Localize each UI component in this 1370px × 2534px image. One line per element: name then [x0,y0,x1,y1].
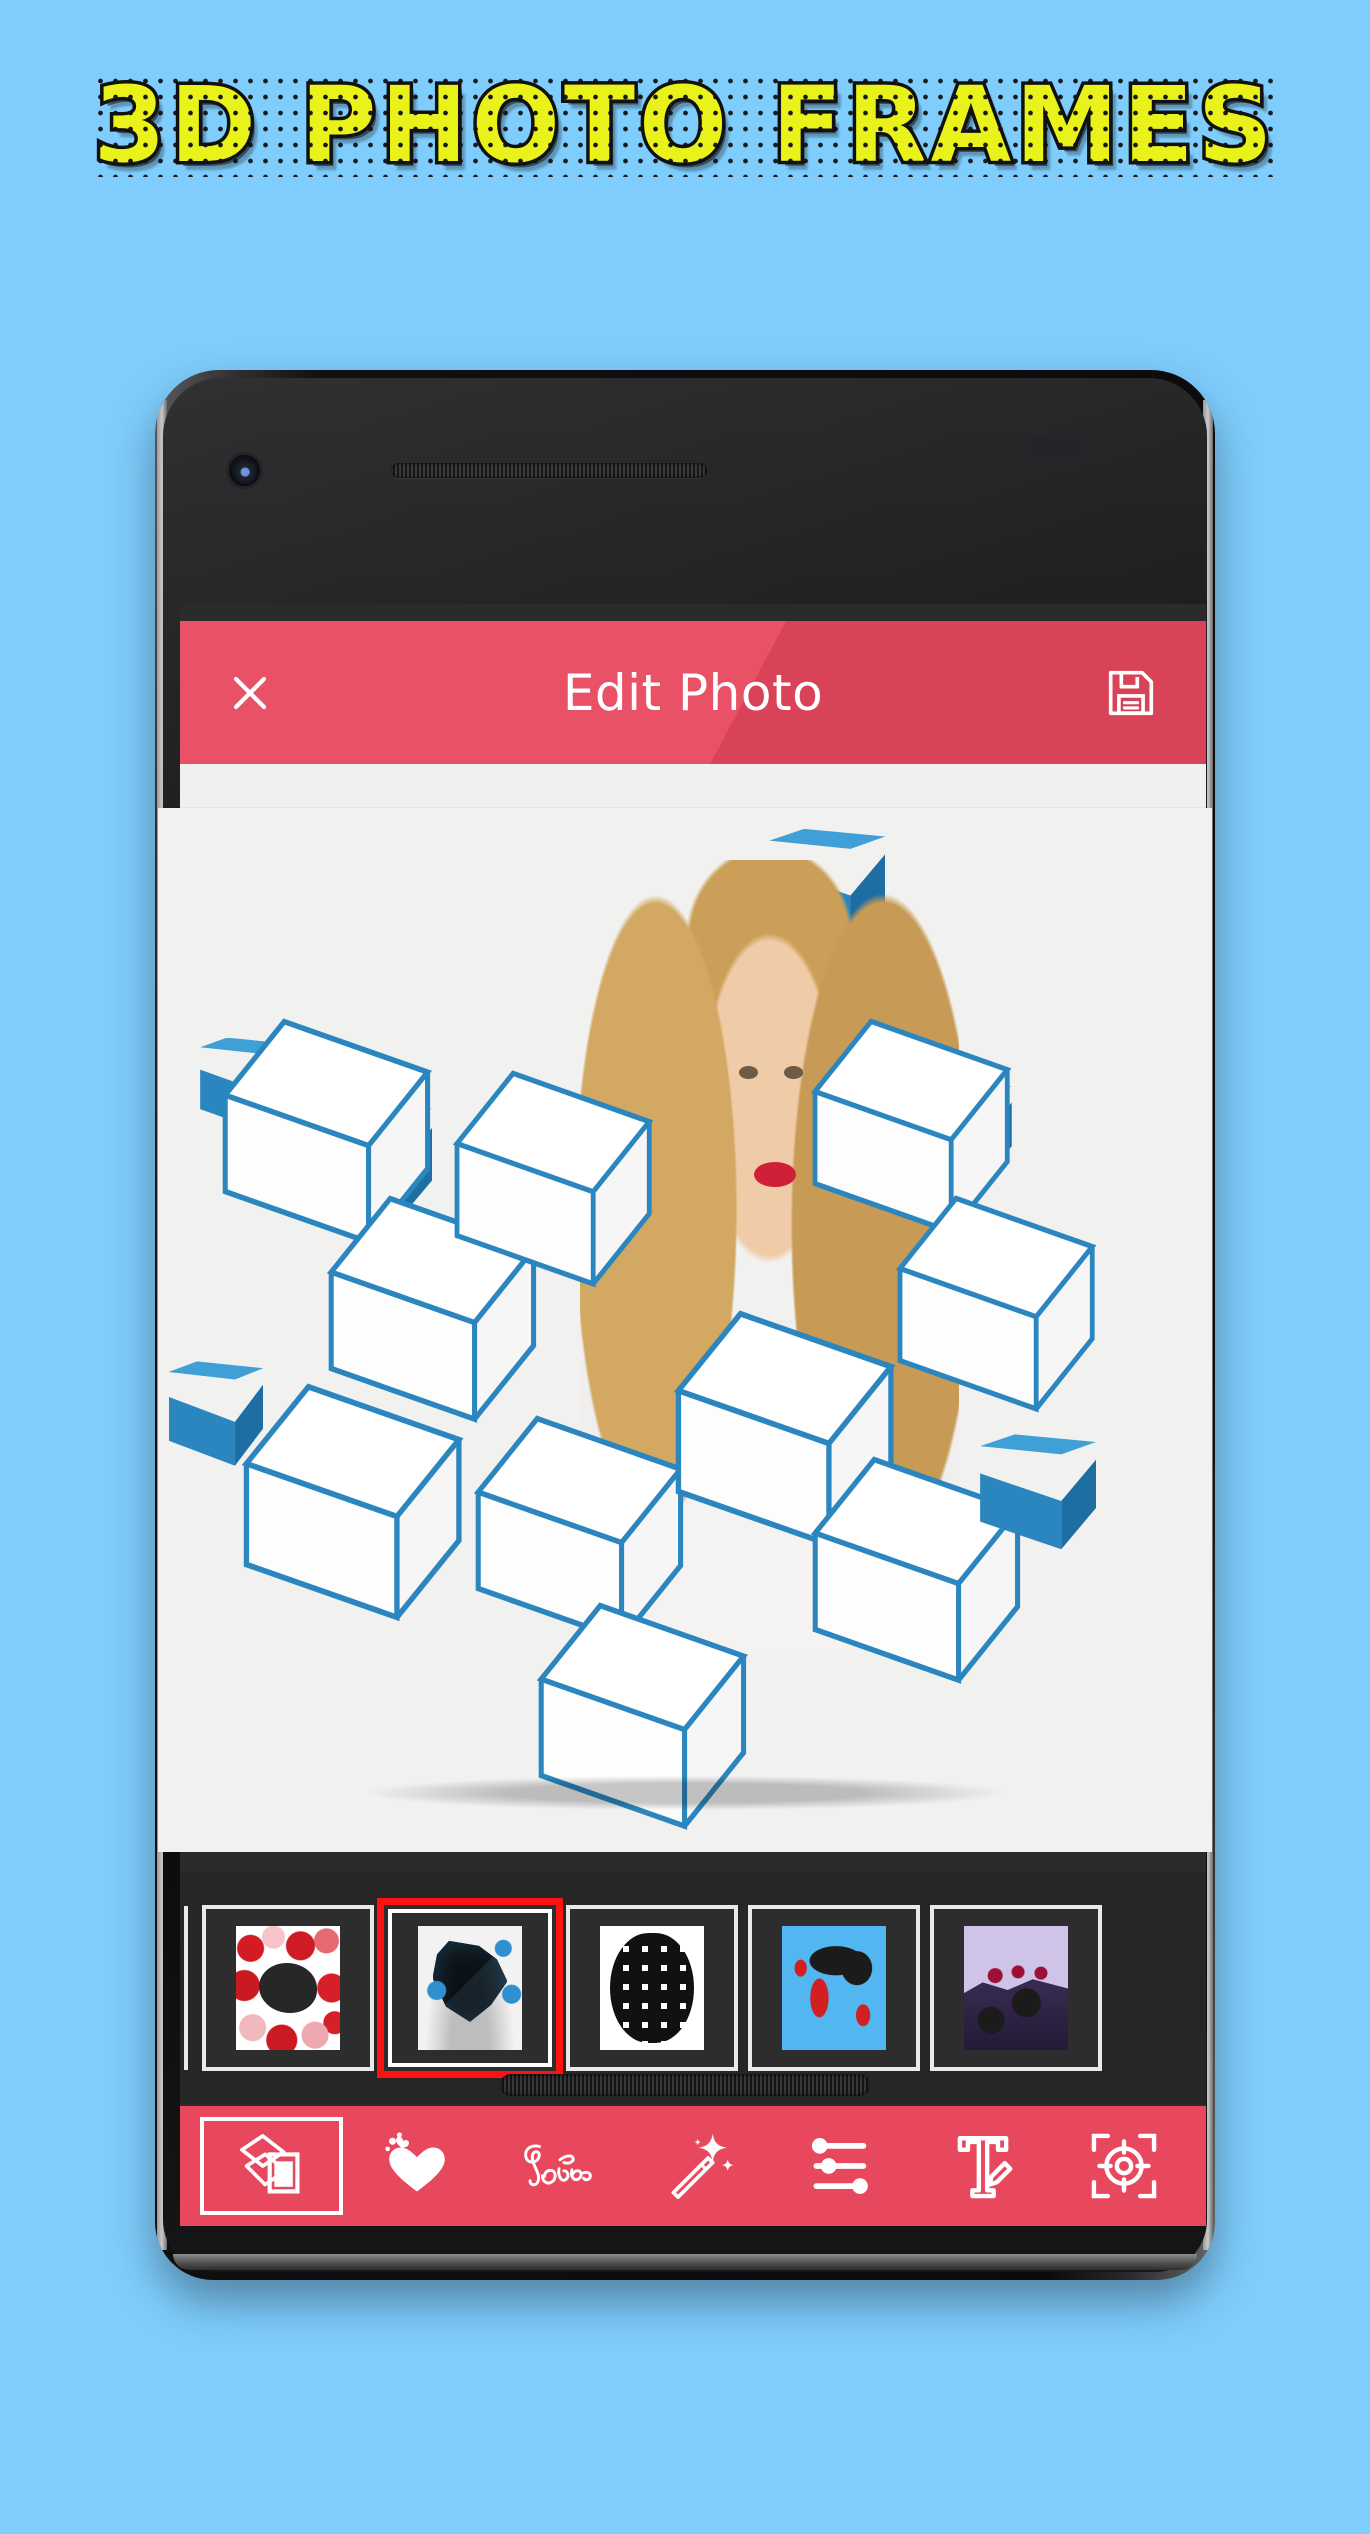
phone-bottom-rail [173,2254,1197,2270]
frame-thumb-globe[interactable] [566,1905,738,2071]
frames-thumbnail-strip[interactable] [180,1872,1206,2104]
bottom-toolbar [180,2106,1206,2226]
magic-wand-icon [671,2133,734,2200]
bottom-speaker-grille-icon [500,2074,870,2096]
frame-thumb-cubes[interactable] [377,1898,563,2078]
map-frame-preview [782,1926,886,2050]
tool-effects-button[interactable] [632,2117,767,2215]
text-pen-icon [957,2136,1013,2199]
photo-detail [754,1161,796,1188]
tool-crop-button[interactable] [1057,2117,1192,2215]
cubes-frame-preview [418,1926,522,2050]
frame-thumb-hearts[interactable] [202,1905,374,2071]
globe-frame-preview [600,1926,704,2050]
love-script-icon [523,2144,592,2187]
frame-thumb-purple[interactable] [930,1905,1102,2071]
promo-title-banner: 3D PHOTO FRAMES [0,60,1370,190]
photo-detail [784,1066,804,1080]
page-title: 3D PHOTO FRAMES [90,64,1277,186]
tool-adjust-button[interactable] [774,2117,909,2215]
proximity-sensor-icon [1029,436,1087,460]
photo-detail [738,1066,758,1080]
purple-frame-preview [964,1926,1068,2050]
frame-thumb-map[interactable] [748,1905,920,2071]
tool-text-button[interactable] [915,2117,1050,2215]
wire-cube [453,1069,654,1288]
hearts-frame-preview [236,1926,340,2050]
cube-frame-composition [158,808,1212,1852]
wire-cube [895,1194,1097,1413]
tool-love-button[interactable] [491,2117,626,2215]
photo-frames-icon [239,2134,300,2194]
sliders-icon [812,2138,869,2194]
wire-cube [242,1382,464,1622]
front-camera-icon [229,455,260,486]
photo-preview-overlay[interactable] [158,808,1212,1852]
page-title-appbar: Edit Photo [562,663,824,722]
photo-ground-shadow [368,1776,1002,1811]
crop-target-icon [1091,2133,1157,2199]
solid-cube [980,1434,1097,1550]
earpiece-speaker-icon [391,463,707,478]
app-top-bar: Edit Photo [180,621,1206,764]
save-button[interactable] [1102,664,1160,722]
tool-frames-button[interactable] [200,2117,344,2215]
hearts-sticker-icon [385,2132,445,2192]
floppy-save-icon [1108,670,1154,715]
tool-stickers-button[interactable] [349,2117,484,2215]
